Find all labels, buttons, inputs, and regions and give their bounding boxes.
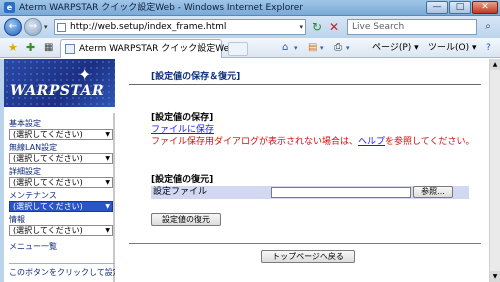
sidebar-note: このボタンをクリックして設定を [9, 263, 115, 282]
chevron-down-icon: ▼ [105, 131, 110, 138]
feeds-icon[interactable]: ▤ [308, 41, 317, 55]
scroll-up-icon[interactable]: ▲ [490, 59, 500, 70]
refresh-icon[interactable]: ↻ [310, 20, 324, 34]
browser-tab[interactable]: Aterm WARPSTAR クイック設定Web [60, 39, 235, 58]
select-value: (選択してください) [13, 178, 83, 187]
maximize-button[interactable]: □ [449, 1, 471, 14]
url-text: http://web.setup/index_frame.html [70, 22, 227, 32]
menu-group-label: 情報 [9, 215, 25, 224]
settings-file-row: 設定ファイル 参照... [151, 186, 469, 199]
logo-text: WARPSTAR [10, 83, 105, 99]
search-icon[interactable]: ⌕ [480, 20, 496, 34]
page-menu[interactable]: ページ(P) ▾ [372, 41, 419, 55]
search-placeholder: Live Search [352, 22, 405, 32]
minimize-button[interactable]: — [426, 1, 448, 14]
settings-file-input[interactable] [271, 187, 411, 198]
forward-button[interactable]: → [24, 18, 42, 36]
chevron-down-icon: ▼ [105, 203, 110, 210]
print-icon[interactable]: ⎙ [334, 41, 342, 55]
browse-button[interactable]: 参照... [413, 186, 453, 198]
home-dropdown-icon[interactable]: ▾ [294, 41, 298, 55]
print-dropdown-icon[interactable]: ▾ [346, 41, 350, 55]
menu-group-label: 基本設定 [9, 119, 41, 128]
search-input[interactable]: Live Search [347, 19, 477, 35]
page-heading-bar: [設定値の保存＆復元] [129, 70, 481, 85]
save-section-title: [設定値の保存] [151, 113, 214, 123]
main-content-frame: [設定値の保存＆復元] [設定値の保存] ファイルに保存 ファイル保存用ダイアロ… [117, 59, 489, 282]
warpstar-logo: ✦ WARPSTAR [4, 59, 115, 107]
ie-icon: e [4, 2, 15, 13]
left-nav-frame: ✦ WARPSTAR 基本設定 (選択してください) ▼ 無線LAN設定 (選択し… [4, 59, 115, 282]
star-icon: ✦ [78, 65, 92, 84]
select-value: (選択してください) [13, 130, 83, 139]
wireless-settings-select[interactable]: (選択してください) ▼ [9, 153, 113, 164]
url-input[interactable]: http://web.setup/index_frame.html ▾ [54, 19, 306, 35]
info-select[interactable]: (選択してください) ▼ [9, 225, 113, 236]
page-dropdown-icon: ▾ [414, 43, 419, 53]
tools-menu[interactable]: ツール(O) ▾ [428, 41, 477, 55]
restore-section-title: [設定値の復元] [151, 175, 214, 185]
home-icon[interactable]: ⌂ [282, 41, 288, 55]
note-text-before: ファイル保存用ダイアログが表示されない場合は、 [151, 137, 359, 147]
tab-page-icon [65, 44, 75, 54]
help-link[interactable]: ヘルプ [358, 137, 385, 147]
close-button[interactable]: ✕ [472, 1, 498, 14]
feeds-dropdown-icon[interactable]: ▾ [320, 41, 324, 55]
vertical-scrollbar[interactable]: ▲ ▼ [489, 59, 500, 282]
command-bar: ★ ✚ ▦ Aterm WARPSTAR クイック設定Web ⌂ ▾ ▤ ▾ ⎙… [0, 38, 500, 58]
title-bar: e Aterm WARPSTAR クイック設定Web - Windows Int… [0, 0, 500, 16]
advanced-settings-select[interactable]: (選択してください) ▼ [9, 177, 113, 188]
note-text-after: を参照してください。 [385, 137, 475, 147]
page-title: [設定値の保存＆復元] [151, 72, 241, 82]
settings-file-label: 設定ファイル [153, 187, 208, 197]
help-icon[interactable]: ? [486, 41, 491, 55]
window-title: Aterm WARPSTAR クイック設定Web - Windows Inter… [19, 3, 303, 13]
quick-tabs-icon[interactable]: ▦ [44, 42, 53, 54]
chevron-down-icon: ▼ [105, 227, 110, 234]
history-dropdown-icon[interactable]: ▾ [44, 23, 48, 31]
divider [129, 243, 481, 244]
chevron-down-icon: ▼ [105, 179, 110, 186]
chevron-down-icon: ▼ [105, 155, 110, 162]
menu-group-label: メンテナンス [9, 191, 57, 200]
menu-group-label: 詳細設定 [9, 167, 41, 176]
address-bar: ← → ▾ http://web.setup/index_frame.html … [0, 16, 500, 38]
select-value: (選択してください) [13, 154, 83, 163]
basic-settings-select[interactable]: (選択してください) ▼ [9, 129, 113, 140]
page-icon [57, 23, 66, 32]
url-dropdown-icon[interactable]: ▾ [299, 21, 303, 33]
select-value: (選択してください) [13, 226, 83, 235]
save-to-file-link[interactable]: ファイルに保存 [151, 124, 214, 136]
logo-gap [4, 107, 115, 113]
tools-dropdown-icon: ▾ [471, 43, 477, 53]
save-note: ファイル保存用ダイアログが表示されない場合は、ヘルプを参照してください。 [151, 136, 481, 148]
maintenance-select[interactable]: (選択してください) ▼ [9, 201, 113, 212]
tools-menu-label: ツール(O) [428, 43, 470, 53]
scroll-down-icon[interactable]: ▼ [490, 271, 500, 282]
menu-list-link[interactable]: メニュー一覧 [9, 241, 57, 253]
select-value: (選択してください) [13, 202, 83, 211]
stop-icon[interactable]: ✕ [327, 20, 341, 34]
tab-label: Aterm WARPSTAR クイック設定Web [79, 44, 235, 54]
restore-settings-button[interactable]: 設定値の復元 [151, 213, 221, 226]
menu-group-label: 無線LAN設定 [9, 143, 58, 152]
favorites-icon[interactable]: ★ [8, 41, 18, 55]
add-favorite-icon[interactable]: ✚ [26, 41, 35, 55]
back-to-top-button[interactable]: トップページへ戻る [261, 250, 355, 263]
back-button[interactable]: ← [4, 18, 22, 36]
page-menu-label: ページ(P) [372, 43, 412, 53]
new-tab-button[interactable] [228, 42, 248, 56]
